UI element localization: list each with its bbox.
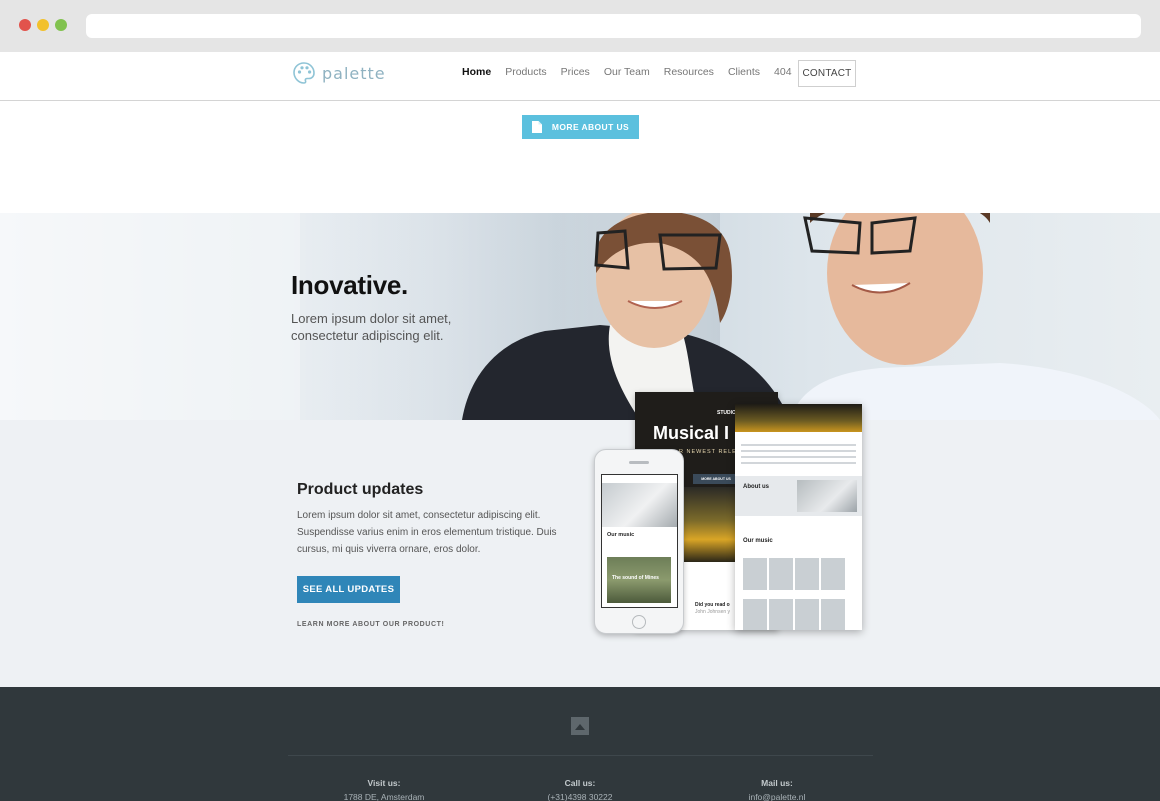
window-maximize-dot[interactable] [55,19,67,31]
mail-label: Mail us: [761,778,793,788]
logo-text: palette [322,63,386,83]
nav-404[interactable]: 404 [774,66,792,78]
document-icon [531,121,542,133]
phone-music-title: Our music [607,532,635,538]
logo[interactable]: palette [292,61,386,85]
scroll-to-top-button[interactable] [571,717,589,735]
visit-label: Visit us: [367,778,401,788]
visit-address: 1788 DE, Amsterdam [343,792,425,801]
product-updates-title: Product updates [297,481,424,498]
nav-clients[interactable]: Clients [728,66,760,78]
tablet-header-image [735,404,862,432]
mockup-subtitle: R NEWEST RELEA [679,449,742,455]
mockup-brand: STUDIO [717,410,736,416]
nav-resources[interactable]: Resources [664,66,714,78]
tablet-music-grid [743,558,855,630]
nav-our-team[interactable]: Our Team [604,66,650,78]
tablet-text-lines [741,444,856,472]
hero-subtitle: Lorem ipsum dolor sit amet, consectetur … [291,311,452,343]
main-nav: Home Products Prices Our Team Resources … [462,66,806,78]
phone-screen: Our music The sound of Mines [601,474,678,608]
phone-mockup: Our music The sound of Mines [594,449,684,634]
footer-divider [288,755,873,756]
chevron-up-icon [575,723,585,730]
tablet-about-photo [797,480,857,512]
tablet-about-title: About us [743,484,769,490]
phone-home-button [632,615,646,629]
more-about-us-label: MORE ABOUT US [551,122,630,132]
mail-address[interactable]: info@palette.nl [707,790,847,801]
nav-prices[interactable]: Prices [561,66,590,78]
palette-icon [293,62,315,84]
phone-speaker [629,461,649,464]
mockup-title: Musical I [653,423,730,443]
mockup-read-text: Did you read o [695,602,730,608]
nav-products[interactable]: Products [505,66,546,78]
product-updates-text: Lorem ipsum dolor sit amet, consectetur … [297,510,557,555]
hero-photo [0,213,1160,420]
mockup-button: MORE ABOUT US [693,474,739,484]
footer-visit: Visit us: 1788 DE, Amsterdam [314,776,454,801]
see-all-updates-button[interactable]: SEE ALL UPDATES [297,576,400,603]
call-label: Call us: [564,778,596,788]
tablet-mockup: About us Our music [735,404,862,630]
hero-title: Inovative. [291,270,408,300]
tablet-about-block: About us [735,476,862,516]
window-close-dot[interactable] [19,19,31,31]
address-bar[interactable] [86,14,1141,38]
browser-chrome [0,0,1160,52]
mockup-name-text: John Johnsen y [695,609,731,615]
site-header: palette Home Products Prices Our Team Re… [0,52,1160,101]
learn-more-link[interactable]: LEARN MORE ABOUT OUR PRODUCT! [297,621,444,628]
nav-home[interactable]: Home [462,66,491,78]
footer-mail: Mail us: info@palette.nl [707,776,847,801]
window-minimize-dot[interactable] [37,19,49,31]
site-footer: Visit us: 1788 DE, Amsterdam Call us: (+… [0,687,1160,801]
product-updates-section: Product updates Lorem ipsum dolor sit am… [0,420,1160,687]
contact-button[interactable]: CONTACT [798,60,856,87]
phone-photo [602,483,677,527]
phone-tile-label: The sound of Mines [612,575,659,581]
call-number[interactable]: (+31)4398 30222 [510,790,650,801]
footer-call: Call us: (+31)4398 30222 [510,776,650,801]
hero-banner: Inovative. Lorem ipsum dolor sit amet, c… [0,213,1160,420]
more-about-us-button[interactable]: MORE ABOUT US [522,115,639,139]
tablet-music-title: Our music [743,538,773,544]
